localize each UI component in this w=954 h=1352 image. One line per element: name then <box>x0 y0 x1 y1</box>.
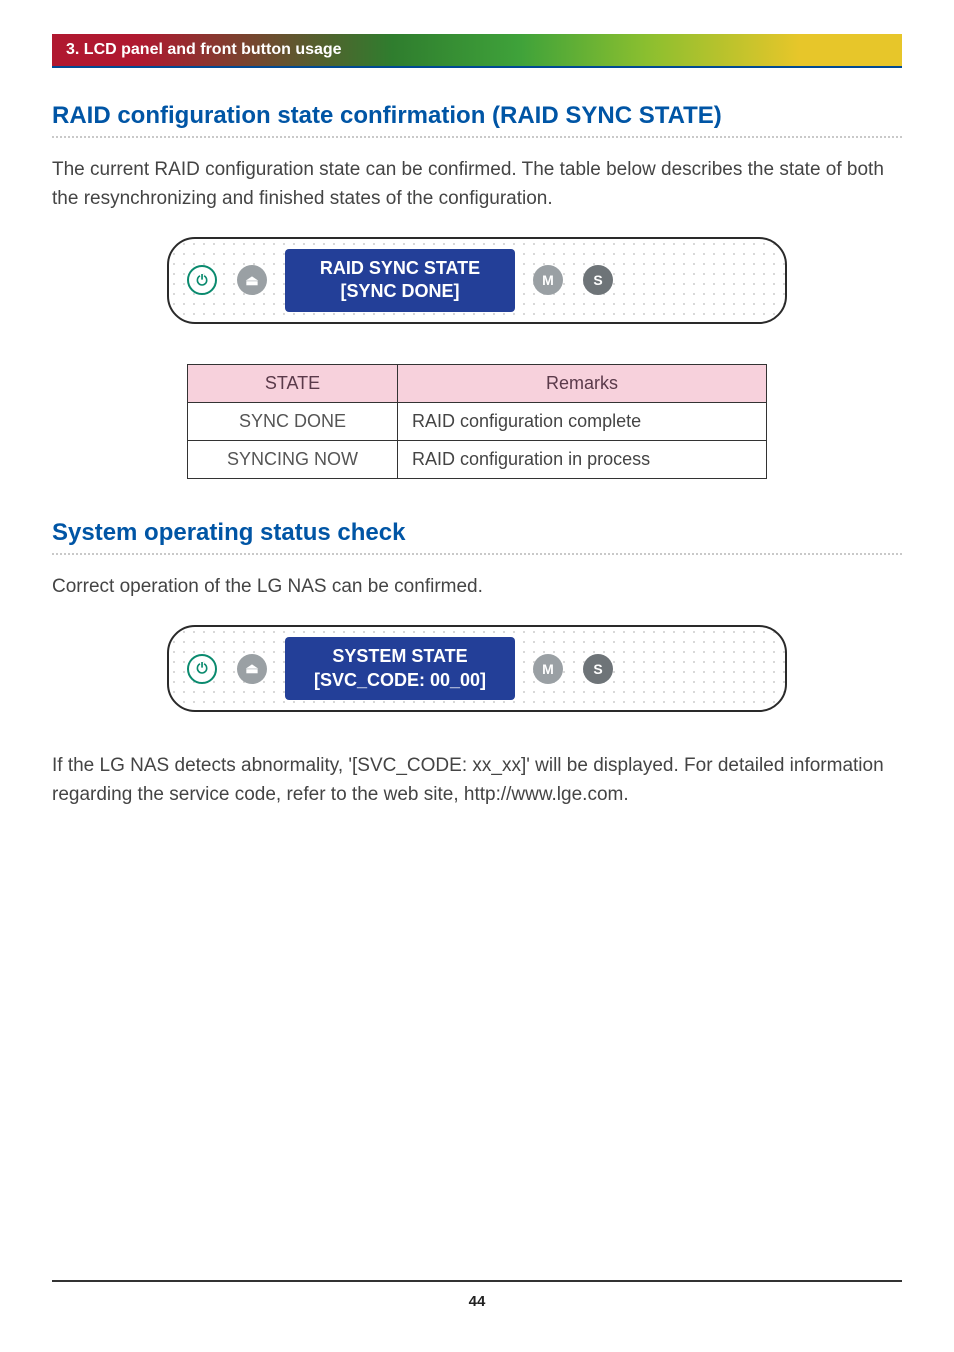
section-heading: RAID configuration state confirmation (R… <box>52 102 902 138</box>
lcd-line-1: SYSTEM STATE <box>307 645 493 668</box>
chapter-header-bar: 3. LCD panel and front button usage <box>52 34 902 68</box>
section-paragraph: If the LG NAS detects abnormality, '[SVC… <box>52 752 902 809</box>
eject-icon: ⏏ <box>237 654 267 684</box>
right-button-group: M S <box>533 265 613 295</box>
mode-s-icon: S <box>583 265 613 295</box>
section-paragraph: Correct operation of the LG NAS can be c… <box>52 573 902 602</box>
section-paragraph: The current RAID configuration state can… <box>52 156 902 213</box>
page-number: 44 <box>0 1293 954 1310</box>
th-state: STATE <box>188 364 398 402</box>
mode-m-icon: M <box>533 654 563 684</box>
footer-rule <box>52 1280 902 1282</box>
section-raid-sync-state: RAID configuration state confirmation (R… <box>52 102 902 479</box>
cell-state: SYNC DONE <box>188 402 398 440</box>
section-system-status: System operating status check Correct op… <box>52 519 902 809</box>
lcd-line-1: RAID SYNC STATE <box>307 257 493 280</box>
power-icon: ⏻ <box>187 265 217 295</box>
left-button-group: ⏻ ⏏ <box>187 265 267 295</box>
state-table: STATE Remarks SYNC DONE RAID configurati… <box>187 364 767 479</box>
cell-remarks: RAID configuration in process <box>398 440 767 478</box>
lcd-line-2: [SVC_CODE: 00_00] <box>307 669 493 692</box>
right-button-group: M S <box>533 654 613 684</box>
cell-remarks: RAID configuration complete <box>398 402 767 440</box>
lcd-line-2: [SYNC DONE] <box>307 280 493 303</box>
left-button-group: ⏻ ⏏ <box>187 654 267 684</box>
chapter-title: 3. LCD panel and front button usage <box>66 41 342 59</box>
lcd-screen: SYSTEM STATE [SVC_CODE: 00_00] <box>285 637 515 700</box>
page: 3. LCD panel and front button usage RAID… <box>0 0 954 1352</box>
table-row: SYNCING NOW RAID configuration in proces… <box>188 440 767 478</box>
mode-s-icon: S <box>583 654 613 684</box>
mode-m-icon: M <box>533 265 563 295</box>
lcd-screen: RAID SYNC STATE [SYNC DONE] <box>285 249 515 312</box>
table-row: SYNC DONE RAID configuration complete <box>188 402 767 440</box>
section-heading: System operating status check <box>52 519 902 555</box>
power-icon: ⏻ <box>187 654 217 684</box>
lcd-front-panel: ⏻ ⏏ RAID SYNC STATE [SYNC DONE] M S <box>167 237 787 324</box>
cell-state: SYNCING NOW <box>188 440 398 478</box>
th-remarks: Remarks <box>398 364 767 402</box>
table-header-row: STATE Remarks <box>188 364 767 402</box>
lcd-front-panel: ⏻ ⏏ SYSTEM STATE [SVC_CODE: 00_00] M S <box>167 625 787 712</box>
eject-icon: ⏏ <box>237 265 267 295</box>
